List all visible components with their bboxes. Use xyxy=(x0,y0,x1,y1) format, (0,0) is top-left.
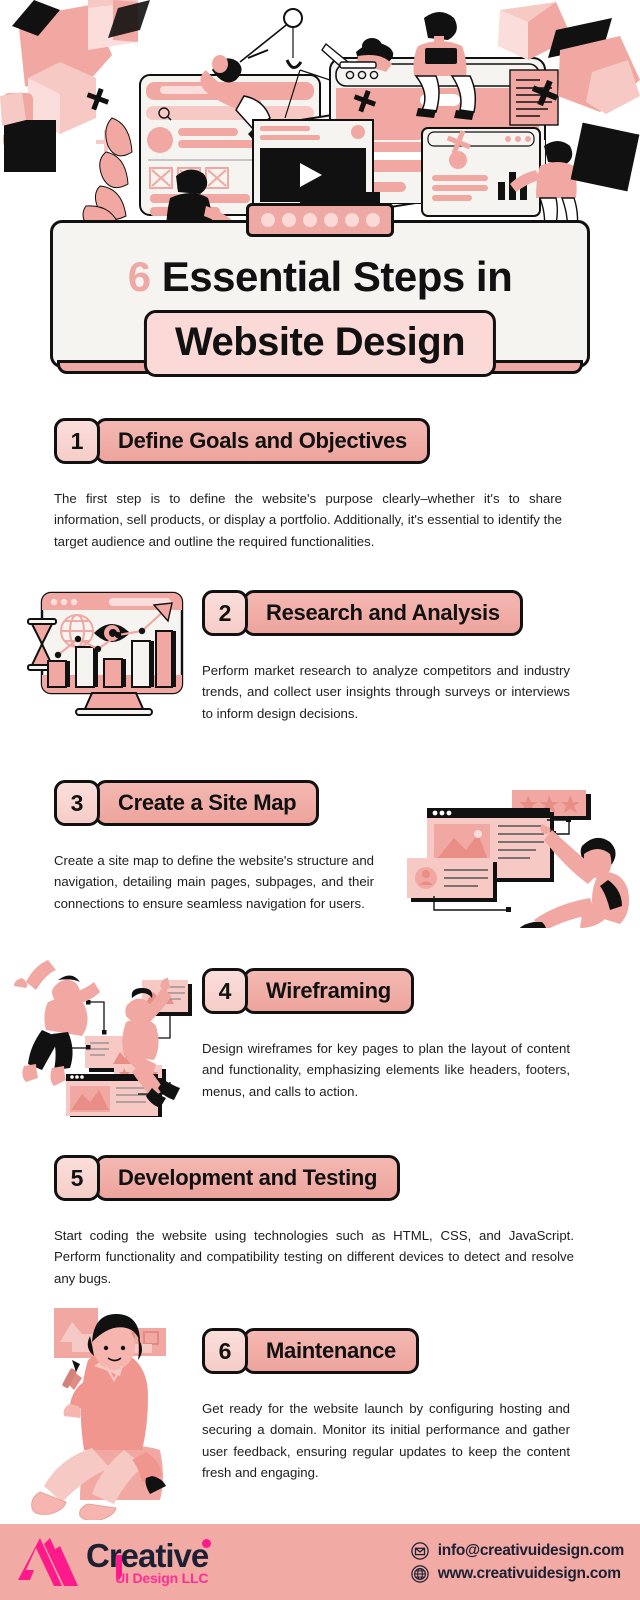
step-3: 3 Create a Site Map Create a site map to… xyxy=(54,780,384,914)
step-6-header: 6 Maintenance xyxy=(202,1328,582,1374)
step-1: 1 Define Goals and Objectives The first … xyxy=(54,418,574,552)
logo-accent-dot-icon xyxy=(202,1538,212,1548)
envelope-icon xyxy=(411,1541,429,1560)
dot-3 xyxy=(302,213,317,227)
step-4: 4 Wireframing Design wireframes for key … xyxy=(202,968,582,1102)
footer: Creative UI Design LLC info@creativuides… xyxy=(0,1524,640,1600)
step-3-header: 3 Create a Site Map xyxy=(54,780,384,826)
step-4-illustration xyxy=(14,942,204,1120)
step-2: 2 Research and Analysis Perform market r… xyxy=(202,590,582,724)
logo-pencil-icon xyxy=(116,1554,122,1581)
step-1-body: The first step is to define the website'… xyxy=(54,491,562,549)
step-3-title: Create a Site Map xyxy=(95,780,320,826)
globe-icon xyxy=(411,1564,429,1583)
logo-mark-icon xyxy=(18,1538,78,1586)
step-5-title: Development and Testing xyxy=(95,1155,401,1201)
title-text-line1: Essential Steps in xyxy=(161,253,513,300)
step-6-illustration xyxy=(26,1300,201,1521)
dot-5 xyxy=(344,213,359,227)
step-5-number: 5 xyxy=(54,1155,100,1201)
step-6-title: Maintenance xyxy=(243,1328,419,1374)
step-2-header: 2 Research and Analysis xyxy=(202,590,582,636)
step-5-body: Start coding the website using technolog… xyxy=(54,1228,574,1286)
brand-name: Creative xyxy=(86,1536,209,1574)
step-2-body: Perform market research to analyze compe… xyxy=(202,663,570,721)
step-1-number: 1 xyxy=(54,418,100,464)
contact-website-row[interactable]: www.creativuidesign.com xyxy=(411,1565,624,1583)
dot-4 xyxy=(323,213,338,227)
step-3-illustration xyxy=(404,768,629,934)
step-2-title: Research and Analysis xyxy=(243,590,523,636)
step-2-number: 2 xyxy=(202,590,248,636)
step-4-number: 4 xyxy=(202,968,248,1014)
title-text-line2: Website Design xyxy=(174,320,466,364)
step-3-number: 3 xyxy=(54,780,100,826)
step-1-header: 1 Define Goals and Objectives xyxy=(54,418,574,464)
dot-1 xyxy=(260,213,275,227)
contact-email-row[interactable]: info@creativuidesign.com xyxy=(411,1542,624,1560)
dots-decoration xyxy=(246,203,394,237)
title-number: 6 xyxy=(127,253,151,300)
contact-website-text: www.creativuidesign.com xyxy=(437,1564,621,1582)
dot-6 xyxy=(365,213,380,227)
step-6-number: 6 xyxy=(202,1328,248,1374)
step-6-body: Get ready for the website launch by conf… xyxy=(202,1401,570,1481)
step-4-header: 4 Wireframing xyxy=(202,968,582,1014)
step-4-title: Wireframing xyxy=(243,968,414,1014)
brand-logo[interactable]: Creative UI Design LLC xyxy=(18,1536,212,1588)
step-2-illustration xyxy=(14,583,194,718)
title-section: 6 Essential Steps in Website Design xyxy=(0,203,640,377)
step-5-header: 5 Development and Testing xyxy=(54,1155,574,1201)
step-4-body: Design wireframes for key pages to plan … xyxy=(202,1041,570,1099)
step-6: 6 Maintenance Get ready for the website … xyxy=(202,1328,582,1484)
dot-2 xyxy=(281,213,296,227)
brand-text: Creative UI Design LLC xyxy=(86,1536,212,1586)
contact-email-text: info@creativuidesign.com xyxy=(437,1541,625,1559)
step-5: 5 Development and Testing Start coding t… xyxy=(54,1155,574,1289)
infographic-page: 6 Essential Steps in Website Design 1 De… xyxy=(0,0,640,1600)
title-subtitle-pill: Website Design xyxy=(143,310,497,377)
contact-info: info@creativuidesign.com www.creativuide… xyxy=(411,1542,624,1583)
step-1-title: Define Goals and Objectives xyxy=(95,418,430,464)
step-3-body: Create a site map to define the website'… xyxy=(54,853,374,911)
page-title: 6 Essential Steps in xyxy=(53,253,587,301)
